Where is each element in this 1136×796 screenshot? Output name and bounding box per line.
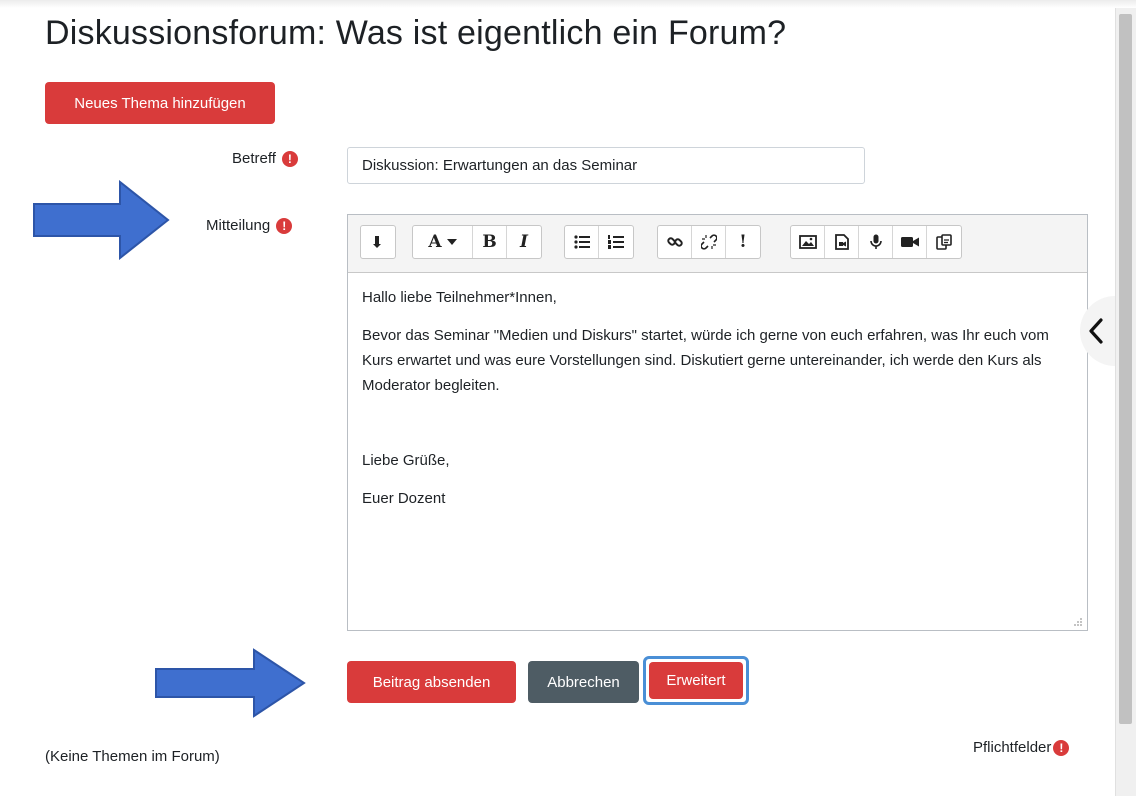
subject-label-row: Betreff ! xyxy=(232,150,298,167)
scrollbar-thumb[interactable] xyxy=(1119,14,1132,724)
italic-button[interactable]: I xyxy=(507,226,541,258)
message-body: Bevor das Seminar "Medien und Diskurs" s… xyxy=(362,327,1049,394)
image-icon[interactable] xyxy=(791,226,825,258)
toolbar-group-media xyxy=(790,225,962,259)
required-icon: ! xyxy=(281,150,298,167)
advanced-button-highlight: Erweitert xyxy=(643,656,749,705)
no-topics-text: (Keine Themen im Forum) xyxy=(45,748,220,765)
media-file-icon[interactable] xyxy=(825,226,859,258)
arrow-icon xyxy=(155,648,306,718)
link-icon[interactable] xyxy=(658,226,692,258)
microphone-icon[interactable] xyxy=(859,226,893,258)
editor-toolbar: A B I ! xyxy=(348,215,1087,273)
cancel-button[interactable]: Abbrechen xyxy=(528,661,639,703)
message-editor[interactable]: A B I ! Hallo liebe Teilnehmer*Innen, Be… xyxy=(347,214,1088,631)
paste-icon[interactable] xyxy=(927,226,961,258)
add-new-topic-button[interactable]: Neues Thema hinzufügen xyxy=(45,82,275,124)
required-icon: ! xyxy=(1053,739,1070,756)
page-title: Diskussionsforum: Was ist eigentlich ein… xyxy=(45,14,787,52)
required-fields-note: Pflichtfelder ! xyxy=(973,739,1070,756)
resize-grip-icon[interactable] xyxy=(1073,616,1083,626)
chevron-down-icon xyxy=(446,239,457,245)
video-camera-icon[interactable] xyxy=(893,226,927,258)
ordered-list-icon[interactable] xyxy=(599,226,633,258)
message-signature: Euer Dozent xyxy=(362,490,446,507)
toolbar-group-format: A B I xyxy=(412,225,542,259)
unlink-icon[interactable] xyxy=(692,226,726,258)
message-label: Mitteilung xyxy=(206,217,271,234)
unordered-list-icon[interactable] xyxy=(565,226,599,258)
important-button[interactable]: ! xyxy=(726,226,760,258)
font-style-label: A xyxy=(428,232,442,252)
required-fields-label: Pflichtfelder xyxy=(973,739,1052,756)
submit-post-button[interactable]: Beitrag absenden xyxy=(347,661,516,703)
font-style-button[interactable]: A xyxy=(413,226,473,258)
toolbar-group-lists xyxy=(564,225,634,259)
bold-button[interactable]: B xyxy=(473,226,507,258)
message-closing: Liebe Grüße, xyxy=(362,452,450,469)
arrow-icon xyxy=(33,180,170,260)
editor-content[interactable]: Hallo liebe Teilnehmer*Innen, Bevor das … xyxy=(348,273,1087,536)
subject-input[interactable] xyxy=(347,147,865,184)
required-icon: ! xyxy=(276,217,293,234)
message-label-row: Mitteilung ! xyxy=(206,217,293,234)
toolbar-group-links: ! xyxy=(657,225,761,259)
toolbar-toggle-icon[interactable] xyxy=(361,226,395,258)
top-shadow xyxy=(0,0,1136,8)
subject-label: Betreff xyxy=(232,150,276,167)
message-greeting: Hallo liebe Teilnehmer*Innen, xyxy=(362,289,557,306)
advanced-button[interactable]: Erweitert xyxy=(649,662,743,699)
toolbar-group-expand xyxy=(360,225,396,259)
chevron-left-icon xyxy=(1089,318,1103,344)
